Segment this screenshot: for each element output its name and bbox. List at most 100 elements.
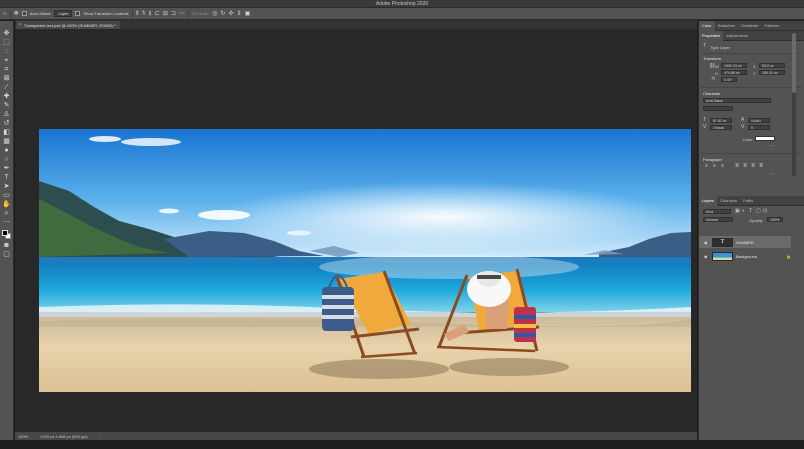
3d-slide-icon[interactable]: ⇕ (237, 11, 242, 17)
blend-mode-select[interactable]: Normal (703, 217, 733, 222)
eye-icon[interactable]: ◉ (704, 240, 709, 245)
more-options-icon[interactable]: ⋯ (179, 11, 185, 17)
brush-tool-icon[interactable]: ✎ (1, 101, 12, 110)
tab-layers[interactable]: Layers (699, 195, 718, 206)
font-style-field[interactable] (703, 106, 733, 111)
path-select-tool-icon[interactable]: ➤ (1, 182, 12, 191)
history-brush-tool-icon[interactable]: ↺ (1, 119, 12, 128)
align-middle-icon[interactable]: ⫩ (142, 11, 145, 17)
properties-panel: Properties Adjustments T Type Layer Tran… (699, 30, 804, 216)
color-swatches[interactable] (1, 229, 12, 241)
foreground-color-swatch[interactable] (2, 230, 8, 236)
paragraph-header[interactable]: Paragraph (703, 157, 722, 162)
document-canvas[interactable] (39, 129, 691, 392)
tab-gradients[interactable]: Gradients (738, 21, 761, 31)
move-tool-icon[interactable]: ✥ (14, 11, 19, 17)
more-options-icon[interactable]: ⋯ (769, 144, 774, 149)
tab-adjustments[interactable]: Adjustments (723, 31, 751, 41)
leading-field[interactable]: (Auto) (748, 118, 770, 123)
tab-properties[interactable]: Properties (699, 30, 724, 41)
frame-tool-icon[interactable]: ⊠ (1, 74, 12, 83)
more-options-icon[interactable]: ⋯ (769, 172, 774, 177)
justify-left-icon[interactable]: ≣ (735, 164, 739, 169)
layer-row-summer[interactable]: ◉ T SUMMER (699, 236, 791, 248)
tab-paths[interactable]: Paths (740, 196, 756, 206)
justify-all-icon[interactable]: ≣ (759, 164, 763, 169)
marquee-tool-icon[interactable]: ⬚ (1, 38, 12, 47)
justify-right-icon[interactable]: ≣ (751, 164, 755, 169)
font-size-field[interactable]: 87.82 pt (710, 118, 732, 123)
3d-orbit-icon[interactable]: ◎ (212, 11, 217, 17)
align-top-icon[interactable]: ⫪ (136, 11, 139, 17)
character-header[interactable]: Character (703, 91, 721, 96)
crop-tool-icon[interactable]: ⌗ (1, 65, 12, 74)
lasso-tool-icon[interactable]: ◌ (1, 47, 12, 56)
y-field[interactable]: 180.31 px (759, 70, 785, 75)
zoom-tool-icon[interactable]: ⌕ (1, 209, 12, 218)
auto-select-dropdown[interactable]: Layer (54, 10, 73, 17)
transform-controls-checkbox[interactable] (75, 11, 81, 16)
tab-patterns[interactable]: Patterns (761, 21, 782, 31)
filter-adjustment-icon[interactable]: ◐ (742, 209, 745, 214)
3d-drag-icon[interactable]: ✣ (229, 11, 234, 17)
tab-swatches[interactable]: Swatches (715, 21, 738, 31)
opacity-field[interactable]: 100% (767, 217, 783, 222)
auto-select-checkbox[interactable] (21, 11, 27, 16)
align-left-text-icon[interactable]: ≡ (705, 164, 708, 169)
tracking-field[interactable]: 0 (748, 125, 770, 130)
text-color-swatch[interactable] (755, 136, 775, 141)
blur-tool-icon[interactable]: ● (1, 146, 12, 155)
layer-row-background[interactable]: ◉ Background 🔒 (699, 250, 791, 262)
tab-channels[interactable]: Channels (717, 196, 740, 206)
title-bar: Adobe Photoshop 2020 (0, 0, 804, 8)
healing-brush-tool-icon[interactable]: ✚ (1, 92, 12, 101)
properties-scrollbar[interactable] (792, 31, 796, 176)
align-bottom-icon[interactable]: ⫫ (148, 11, 151, 17)
eyedropper-tool-icon[interactable]: ⁄ (1, 83, 12, 92)
layer-filter-kind[interactable]: Kind (703, 209, 731, 214)
kerning-field[interactable]: Optical (710, 125, 732, 130)
scrollbar-thumb[interactable] (792, 33, 796, 93)
align-right-text-icon[interactable]: ≡ (721, 164, 724, 169)
align-center-text-icon[interactable]: ≡ (713, 164, 716, 169)
angle-field[interactable]: 0.00° (721, 77, 737, 82)
x-field[interactable]: 53.8 px (759, 63, 785, 68)
status-menu-icon[interactable]: › (100, 434, 101, 439)
filter-smart-icon[interactable]: ⊡ (763, 209, 767, 214)
justify-center-icon[interactable]: ≣ (743, 164, 747, 169)
3d-roll-icon[interactable]: ↻ (221, 11, 226, 17)
filter-shape-icon[interactable]: ▢ (756, 209, 761, 214)
quick-mask-icon[interactable]: ◙ (1, 241, 12, 250)
font-family-field[interactable]: Arial Black (703, 98, 771, 103)
eye-icon[interactable]: ◉ (704, 254, 709, 259)
background-layer-thumbnail (711, 251, 733, 261)
move-tool-icon[interactable]: ✥ (1, 29, 12, 38)
hand-tool-icon[interactable]: ✋ (1, 200, 12, 209)
tab-color[interactable]: Color (699, 20, 715, 31)
filter-pixel-icon[interactable]: ▣ (735, 209, 740, 214)
canvas-area[interactable] (15, 29, 697, 432)
eraser-tool-icon[interactable]: ◧ (1, 128, 12, 137)
align-right-icon[interactable]: ⊐ (171, 11, 176, 17)
3d-scale-icon[interactable]: ▣ (245, 11, 251, 17)
align-left-icon[interactable]: ⊏ (155, 11, 160, 17)
home-icon[interactable]: ⌂ (3, 11, 7, 17)
edit-toolbar-icon[interactable]: ⋯ (1, 218, 12, 227)
close-icon[interactable]: × (19, 22, 22, 28)
document-tab[interactable]: × Transparent text.psd @ 100% (SUMMER, R… (16, 21, 120, 29)
width-field[interactable]: 1990.33 px (721, 63, 747, 68)
rectangle-tool-icon[interactable]: ▭ (1, 191, 12, 200)
dodge-tool-icon[interactable]: ○ (1, 155, 12, 164)
pen-tool-icon[interactable]: ✒ (1, 164, 12, 173)
align-center-icon[interactable]: ⊟ (163, 11, 168, 17)
gradient-tool-icon[interactable]: ▦ (1, 137, 12, 146)
zoom-level[interactable]: 100% (18, 434, 28, 439)
filter-type-icon[interactable]: T (749, 209, 752, 214)
transform-header[interactable]: Transform (703, 56, 721, 61)
type-tool-icon[interactable]: T (1, 173, 12, 182)
options-separator (131, 9, 133, 18)
height-field[interactable]: 474.88 px (721, 70, 747, 75)
quick-select-tool-icon[interactable]: ⌖ (1, 56, 12, 65)
screen-mode-icon[interactable]: ▢ (1, 250, 12, 259)
clone-stamp-tool-icon[interactable]: ♙ (1, 110, 12, 119)
